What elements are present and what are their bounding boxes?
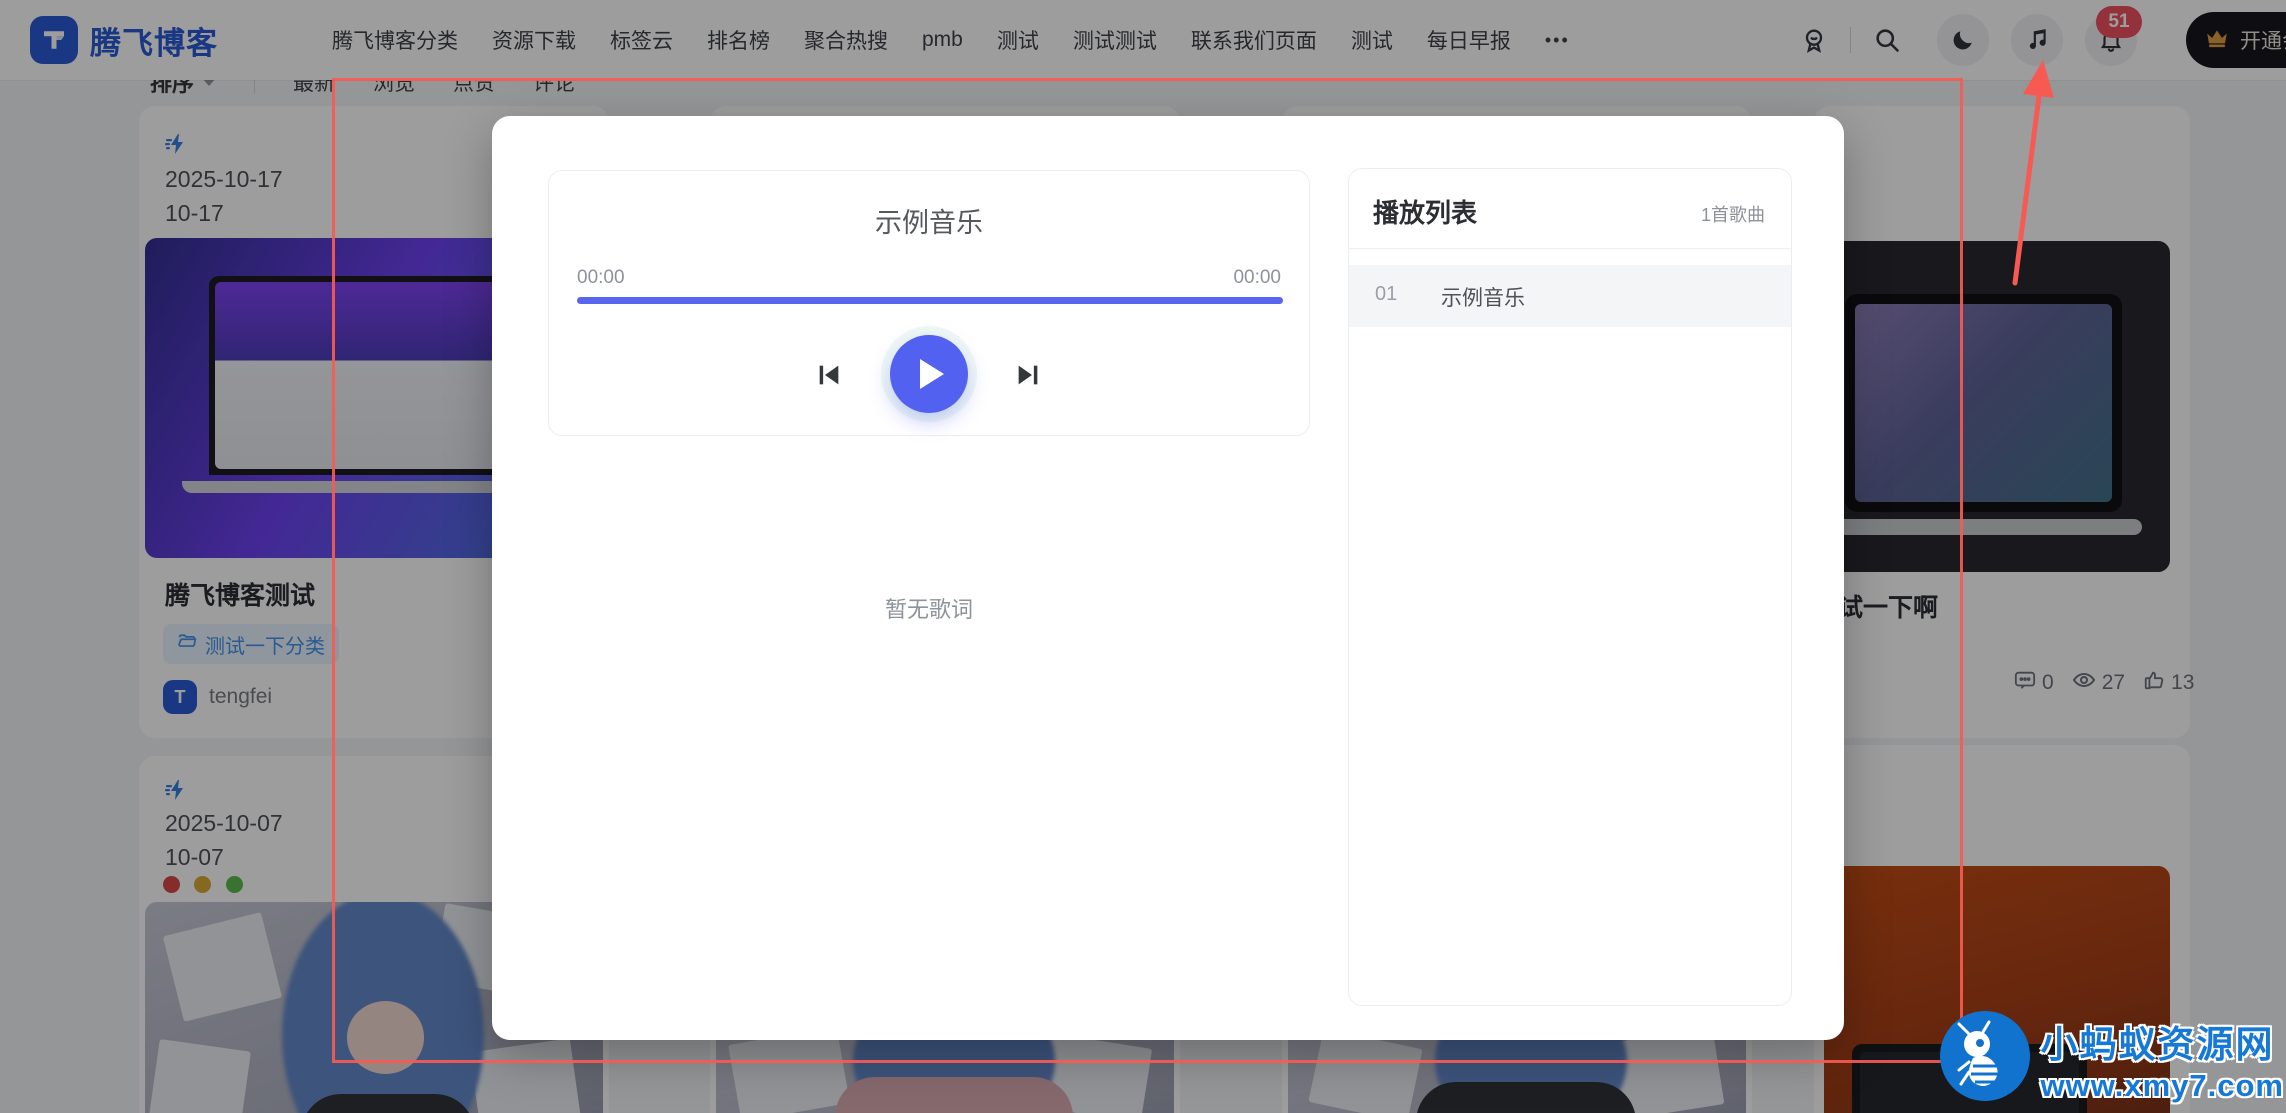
track-title: 示例音乐 — [549, 201, 1309, 240]
progress-bar[interactable] — [577, 297, 1283, 304]
playlist-header: 播放列表 1首歌曲 — [1349, 169, 1791, 249]
site-watermark: 小蚂蚁资源网 www.xmy7.com — [1939, 1010, 2284, 1107]
track-name: 示例音乐 — [1441, 282, 1525, 312]
watermark-url: www.xmy7.com — [2041, 1068, 2284, 1104]
previous-track-icon[interactable] — [813, 359, 845, 391]
current-time: 00:00 — [577, 267, 625, 289]
progress-fill — [577, 297, 1283, 304]
ant-logo-icon — [1939, 1010, 2031, 1107]
play-icon — [920, 359, 944, 389]
music-player-modal: 示例音乐 00:00 00:00 暂无歌词 播放列表 — [492, 116, 1844, 1040]
playlist-panel: 播放列表 1首歌曲 01 示例音乐 — [1348, 168, 1792, 1006]
player-controls — [549, 335, 1309, 415]
total-time: 00:00 — [1233, 267, 1281, 289]
screenshot-canvas: 排序 最新 浏览 点赞 评论 2025-10-17 10-17 腾飞博客测试 — [0, 0, 2286, 1113]
player-panel: 示例音乐 00:00 00:00 — [548, 170, 1310, 436]
watermark-site-name: 小蚂蚁资源网 — [2041, 1014, 2284, 1068]
playlist-track-row[interactable]: 01 示例音乐 — [1349, 265, 1791, 327]
playlist-count: 1首歌曲 — [1701, 201, 1765, 227]
playlist-title: 播放列表 — [1373, 193, 1477, 230]
track-index: 01 — [1375, 283, 1397, 306]
play-button[interactable] — [890, 335, 968, 413]
lyrics-placeholder: 暂无歌词 — [548, 592, 1310, 624]
next-track-icon[interactable] — [1012, 359, 1044, 391]
